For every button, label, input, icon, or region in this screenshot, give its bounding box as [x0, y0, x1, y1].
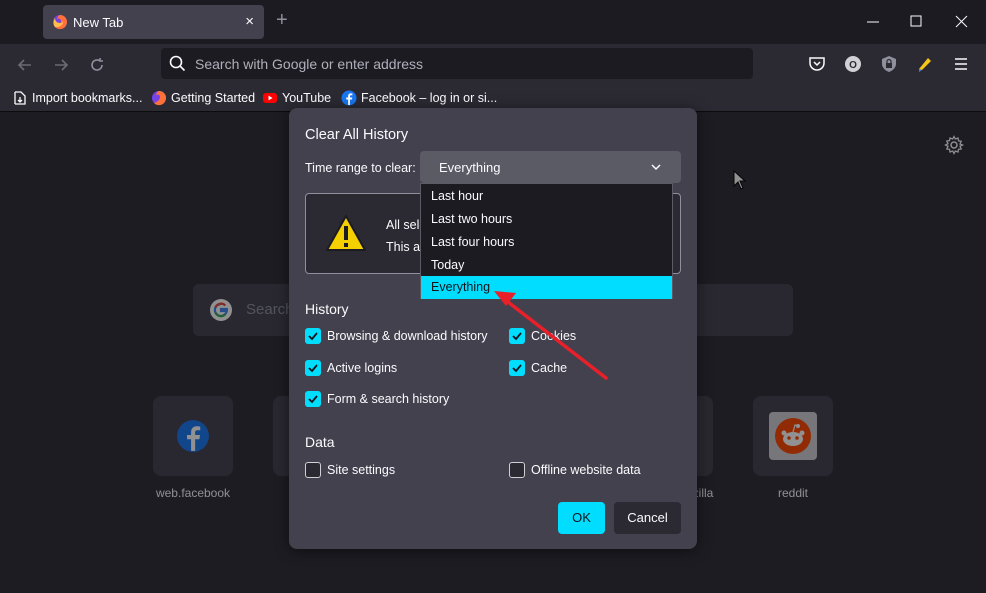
new-tab-button[interactable]: + — [276, 10, 288, 30]
checkbox-site-settings[interactable]: Site settings — [305, 462, 405, 480]
dropdown-option-last-two-hours[interactable]: Last two hours — [421, 208, 672, 231]
checkbox-active-logins[interactable]: Active logins — [305, 360, 405, 378]
dropdown-option-today[interactable]: Today — [421, 254, 672, 277]
checkbox-checked-icon — [305, 360, 321, 376]
checkbox-offline-website-data[interactable]: Offline website data — [509, 462, 649, 480]
forward-icon[interactable] — [52, 56, 70, 74]
minimize-icon[interactable] — [864, 12, 884, 32]
history-heading: History — [305, 301, 349, 317]
bookmark-label: YouTube — [282, 91, 332, 105]
checkbox-cache[interactable]: Cache — [509, 360, 579, 378]
checkbox-label: Cache — [531, 361, 568, 375]
bookmark-label: Getting Started — [171, 91, 256, 105]
back-icon[interactable] — [16, 56, 34, 74]
tab-new-tab[interactable]: New Tab × — [43, 5, 264, 39]
option-label: Today — [431, 258, 465, 272]
youtube-icon — [263, 93, 277, 103]
maximize-icon[interactable] — [907, 12, 927, 32]
dropdown-option-last-hour[interactable]: Last hour — [421, 185, 672, 208]
option-label: Last four hours — [431, 235, 515, 249]
option-label: Everything — [431, 280, 491, 294]
checkbox-checked-icon — [509, 360, 525, 376]
checkbox-checked-icon — [509, 328, 525, 344]
time-range-value: Everything — [439, 160, 501, 175]
reload-icon[interactable] — [88, 56, 106, 74]
checkbox-label: Site settings — [327, 463, 396, 477]
time-range-label: Time range to clear: — [305, 161, 416, 175]
dropdown-option-everything[interactable]: Everything — [421, 276, 672, 299]
checkbox-checked-icon — [305, 391, 321, 407]
bookmark-label: Import bookmarks... — [32, 91, 143, 105]
tab-close-icon[interactable]: × — [245, 13, 254, 30]
bookmark-getting-started[interactable]: Getting Started — [151, 90, 255, 106]
menu-icon[interactable] — [952, 55, 970, 73]
option-label: Last hour — [431, 189, 484, 203]
cancel-button[interactable]: Cancel — [614, 502, 681, 534]
checkbox-label: Cookies — [531, 329, 577, 343]
import-icon — [14, 91, 26, 105]
facebook-icon — [341, 90, 357, 106]
dropdown-option-last-four-hours[interactable]: Last four hours — [421, 231, 672, 254]
clear-history-dialog: Clear All History Time range to clear: E… — [289, 108, 697, 549]
bookmark-youtube[interactable]: YouTube — [262, 90, 331, 106]
account-icon[interactable]: O — [844, 55, 862, 73]
navigation-toolbar: O — [0, 44, 986, 84]
shield-icon[interactable] — [880, 55, 898, 73]
extension-icon[interactable] — [916, 55, 934, 73]
data-heading: Data — [305, 434, 335, 450]
firefox-icon — [53, 15, 68, 30]
time-range-dropdown: Last hour Last two hours Last four hours… — [420, 183, 673, 299]
bookmark-import[interactable]: Import bookmarks... — [12, 90, 142, 106]
ok-button[interactable]: OK — [558, 502, 605, 534]
search-icon — [169, 55, 186, 72]
chevron-down-icon — [651, 164, 661, 171]
pocket-icon[interactable] — [808, 55, 826, 73]
warning-icon — [326, 215, 366, 251]
tab-title: New Tab — [73, 15, 124, 30]
time-range-select[interactable]: Everything — [420, 151, 681, 183]
checkbox-label: Browsing & download history — [327, 329, 488, 343]
svg-text:O: O — [849, 60, 857, 71]
checkbox-checked-icon — [305, 328, 321, 344]
firefox-icon — [152, 91, 167, 106]
window-close-icon[interactable] — [952, 12, 972, 32]
tab-strip: New Tab × + — [0, 0, 986, 44]
checkbox-form-search-history[interactable]: Form & search history — [305, 391, 465, 409]
bookmark-label: Facebook – log in or si... — [361, 91, 498, 105]
address-bar[interactable] — [161, 48, 753, 79]
checkbox-browsing-history[interactable]: Browsing & download history — [305, 328, 495, 346]
checkbox-cookies[interactable]: Cookies — [509, 328, 589, 346]
checkbox-label: Form & search history — [327, 392, 450, 406]
checkbox-unchecked-icon — [509, 462, 525, 478]
address-input[interactable] — [195, 48, 735, 79]
checkbox-label: Active logins — [327, 361, 398, 375]
bookmark-facebook[interactable]: Facebook – log in or si... — [341, 90, 497, 106]
checkbox-label: Offline website data — [531, 463, 641, 477]
option-label: Last two hours — [431, 212, 513, 226]
checkbox-unchecked-icon — [305, 462, 321, 478]
dialog-title: Clear All History — [305, 127, 409, 143]
